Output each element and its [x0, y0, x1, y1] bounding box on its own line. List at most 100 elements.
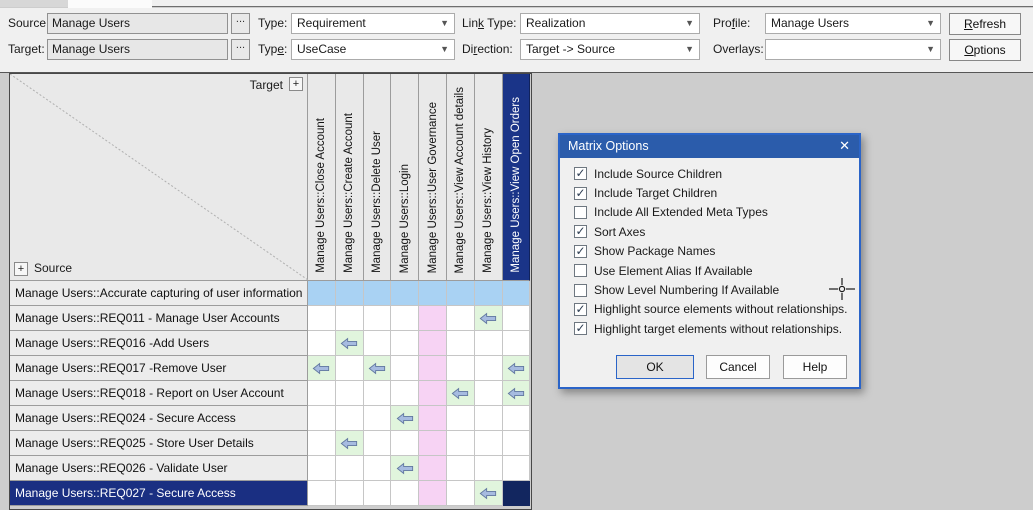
- active-tab-edge[interactable]: [68, 0, 152, 8]
- overlays-combo[interactable]: ▼: [765, 39, 941, 60]
- matrix-cell[interactable]: [419, 306, 447, 331]
- matrix-cell[interactable]: [364, 306, 392, 331]
- matrix-cell[interactable]: [503, 381, 531, 406]
- matrix-cell[interactable]: [475, 431, 503, 456]
- matrix-column-header[interactable]: Manage Users::Login: [391, 74, 419, 281]
- matrix-cell[interactable]: [503, 431, 531, 456]
- matrix-cell[interactable]: [447, 356, 475, 381]
- source-type-combo[interactable]: Requirement ▼: [291, 13, 455, 34]
- matrix-row-header[interactable]: Manage Users::REQ018 - Report on User Ac…: [10, 381, 308, 406]
- matrix-cell[interactable]: [336, 281, 364, 306]
- matrix-cell[interactable]: [336, 381, 364, 406]
- matrix-cell[interactable]: [308, 481, 336, 506]
- matrix-cell[interactable]: [364, 356, 392, 381]
- matrix-cell[interactable]: [308, 281, 336, 306]
- matrix-cell[interactable]: [475, 381, 503, 406]
- matrix-cell[interactable]: [447, 456, 475, 481]
- option-label[interactable]: Include Target Children: [594, 186, 717, 200]
- matrix-cell[interactable]: [447, 481, 475, 506]
- checkbox-unchecked[interactable]: [574, 206, 587, 219]
- dropdown-arrow-icon[interactable]: ▼: [685, 14, 694, 33]
- matrix-column-header[interactable]: Manage Users::Close Account: [308, 74, 336, 281]
- option-label[interactable]: Show Level Numbering If Available: [594, 283, 779, 297]
- matrix-cell[interactable]: [475, 306, 503, 331]
- option-label[interactable]: Sort Axes: [594, 225, 645, 239]
- matrix-row-header[interactable]: Manage Users::Accurate capturing of user…: [10, 281, 308, 306]
- checkbox-checked[interactable]: ✓: [574, 187, 587, 200]
- checkbox-checked[interactable]: ✓: [574, 303, 587, 316]
- checkbox-checked[interactable]: ✓: [574, 245, 587, 258]
- matrix-cell[interactable]: [447, 306, 475, 331]
- checkbox-unchecked[interactable]: [574, 264, 587, 277]
- matrix-cell[interactable]: [336, 306, 364, 331]
- matrix-cell[interactable]: [336, 406, 364, 431]
- matrix-cell[interactable]: [364, 331, 392, 356]
- matrix-cell[interactable]: [364, 481, 392, 506]
- matrix-cell[interactable]: [308, 356, 336, 381]
- checkbox-unchecked[interactable]: [574, 284, 587, 297]
- matrix-row-header[interactable]: Manage Users::REQ016 -Add Users: [10, 331, 308, 356]
- help-button[interactable]: Help: [783, 355, 847, 379]
- matrix-row-header[interactable]: Manage Users::REQ024 - Secure Access: [10, 406, 308, 431]
- option-label[interactable]: Include Source Children: [594, 167, 722, 181]
- matrix-column-header[interactable]: Manage Users::Delete User: [364, 74, 392, 281]
- expand-source-button[interactable]: +: [14, 262, 28, 276]
- checkbox-checked[interactable]: ✓: [574, 225, 587, 238]
- matrix-column-header[interactable]: Manage Users::View Account details: [447, 74, 475, 281]
- dropdown-arrow-icon[interactable]: ▼: [440, 14, 449, 33]
- matrix-column-header[interactable]: Manage Users::User Governance: [419, 74, 447, 281]
- matrix-cell[interactable]: [308, 381, 336, 406]
- option-label[interactable]: Highlight source elements without relati…: [594, 302, 847, 316]
- matrix-cell[interactable]: [308, 406, 336, 431]
- matrix-cell[interactable]: [447, 431, 475, 456]
- option-label[interactable]: Highlight target elements without relati…: [594, 322, 842, 336]
- profile-combo[interactable]: Manage Users ▼: [765, 13, 941, 34]
- matrix-cell[interactable]: [503, 331, 531, 356]
- dropdown-arrow-icon[interactable]: ▼: [685, 40, 694, 59]
- matrix-cell[interactable]: [336, 431, 364, 456]
- matrix-cell[interactable]: [419, 431, 447, 456]
- matrix-cell[interactable]: [391, 331, 419, 356]
- matrix-cell[interactable]: [391, 306, 419, 331]
- dropdown-arrow-icon[interactable]: ▼: [440, 40, 449, 59]
- matrix-cell[interactable]: [391, 406, 419, 431]
- expand-target-button[interactable]: +: [289, 77, 303, 91]
- matrix-cell[interactable]: [503, 406, 531, 431]
- matrix-cell[interactable]: [447, 281, 475, 306]
- matrix-cell[interactable]: [475, 331, 503, 356]
- matrix-cell[interactable]: [419, 481, 447, 506]
- checkbox-checked[interactable]: ✓: [574, 167, 587, 180]
- matrix-cell[interactable]: [503, 481, 531, 506]
- matrix-cell[interactable]: [364, 456, 392, 481]
- matrix-cell[interactable]: [391, 281, 419, 306]
- matrix-cell[interactable]: [336, 356, 364, 381]
- source-field[interactable]: Manage Users: [47, 13, 228, 34]
- matrix-cell[interactable]: [475, 281, 503, 306]
- matrix-cell[interactable]: [419, 381, 447, 406]
- matrix-cell[interactable]: [419, 281, 447, 306]
- matrix-cell[interactable]: [308, 431, 336, 456]
- matrix-cell[interactable]: [391, 356, 419, 381]
- matrix-row-header[interactable]: Manage Users::REQ017 -Remove User: [10, 356, 308, 381]
- matrix-cell[interactable]: [364, 281, 392, 306]
- matrix-cell[interactable]: [447, 406, 475, 431]
- matrix-cell[interactable]: [503, 356, 531, 381]
- matrix-cell[interactable]: [503, 281, 531, 306]
- target-browse-button[interactable]: ...: [231, 39, 250, 60]
- matrix-cell[interactable]: [475, 456, 503, 481]
- matrix-column-header[interactable]: Manage Users::View Open Orders: [503, 74, 531, 281]
- matrix-cell[interactable]: [391, 381, 419, 406]
- matrix-cell[interactable]: [419, 456, 447, 481]
- options-button[interactable]: Options: [949, 39, 1021, 61]
- matrix-cell[interactable]: [419, 406, 447, 431]
- matrix-cell[interactable]: [364, 431, 392, 456]
- link-type-combo[interactable]: Realization ▼: [520, 13, 700, 34]
- matrix-cell[interactable]: [336, 481, 364, 506]
- checkbox-checked[interactable]: ✓: [574, 322, 587, 335]
- dialog-title-bar[interactable]: Matrix Options ✕: [560, 135, 859, 158]
- matrix-row-header[interactable]: Manage Users::REQ025 - Store User Detail…: [10, 431, 308, 456]
- matrix-cell[interactable]: [391, 456, 419, 481]
- matrix-column-header[interactable]: Manage Users::View History: [475, 74, 503, 281]
- matrix-cell[interactable]: [475, 356, 503, 381]
- source-browse-button[interactable]: ...: [231, 13, 250, 34]
